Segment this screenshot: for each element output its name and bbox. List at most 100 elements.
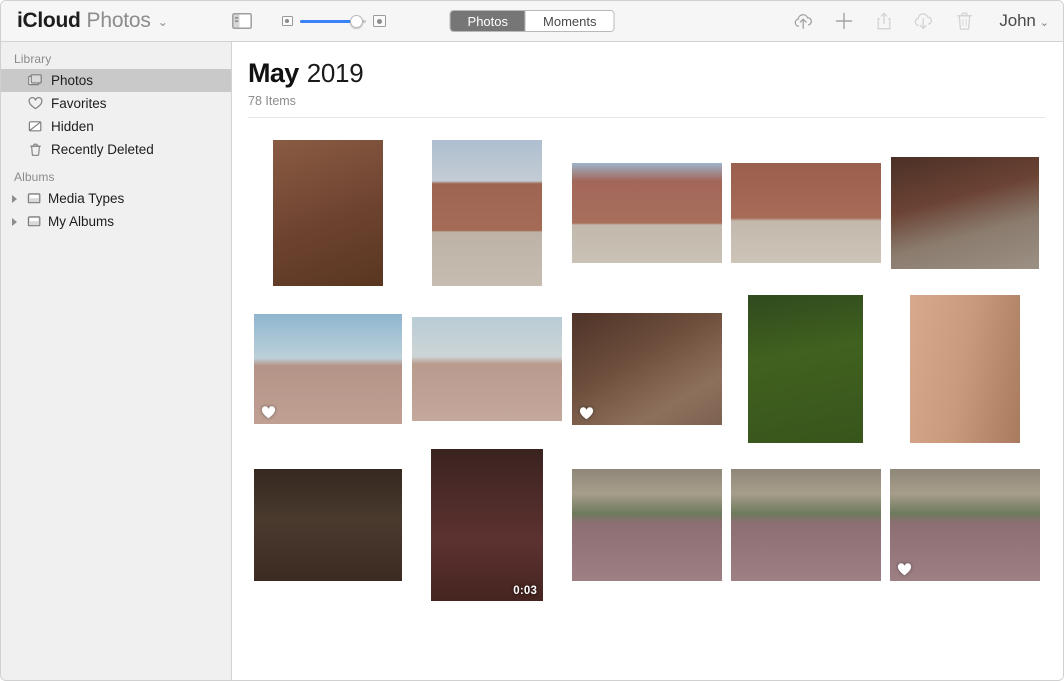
photo-red-dress-stairs[interactable] <box>891 157 1039 269</box>
photo-cell <box>567 291 726 447</box>
photo-orange-marigolds[interactable] <box>748 295 863 443</box>
delete-button[interactable] <box>953 10 975 32</box>
photo-sari-looking-back[interactable] <box>412 317 562 421</box>
photo-cell <box>886 291 1045 447</box>
disclosure-triangle-icon[interactable] <box>12 195 17 203</box>
album-icon <box>26 214 42 229</box>
photo-thumbnail-image <box>748 295 863 443</box>
photo-cell <box>726 291 885 447</box>
photo-cell <box>407 135 566 291</box>
page-title: May 2019 <box>248 58 1045 89</box>
download-icon <box>913 12 935 30</box>
video-duration-badge: 0:03 <box>513 586 537 598</box>
photo-thumbnail-image <box>432 140 542 286</box>
sidebar-toggle-button[interactable] <box>230 12 254 31</box>
photo-tomb-facade-wide[interactable] <box>572 163 722 263</box>
view-mode-segmented-control[interactable]: Photos Moments <box>450 10 615 32</box>
photo-cell <box>248 291 407 447</box>
photo-grid-row <box>248 291 1045 447</box>
favorite-heart-icon <box>261 405 276 419</box>
heart-icon <box>27 96 43 111</box>
photo-cell <box>886 135 1045 291</box>
sidebar-item-my-albums[interactable]: My Albums <box>1 210 231 233</box>
account-name: John <box>999 11 1035 31</box>
sidebar-group-albums-label: Albums <box>1 168 231 187</box>
sidebar-item-hidden[interactable]: Hidden <box>1 115 231 138</box>
favorite-heart-icon <box>579 406 594 420</box>
photo-portrait-smiling[interactable] <box>273 140 383 286</box>
tab-photos[interactable]: Photos <box>451 11 525 31</box>
photo-two-faces-closeup[interactable] <box>910 295 1020 443</box>
app-title[interactable]: iCloud Photos ⌄ <box>17 9 168 33</box>
page-title-month: May <box>248 58 299 89</box>
sidebar-item-favorites[interactable]: Favorites <box>1 92 231 115</box>
tab-moments[interactable]: Moments <box>525 11 613 31</box>
share-button[interactable] <box>873 10 895 32</box>
photo-cell <box>726 447 885 603</box>
download-button[interactable] <box>913 10 935 32</box>
photo-thumbnail-image <box>412 317 562 421</box>
app-title-photos: Photos <box>87 9 151 33</box>
page-title-year: 2019 <box>307 58 364 89</box>
sidebar: Library Photos Favorites <box>1 42 232 680</box>
large-thumbnail-icon[interactable] <box>373 15 386 27</box>
hidden-icon <box>27 119 43 134</box>
photo-cell <box>726 135 885 291</box>
toolbar-actions: John ⌄ <box>793 10 1051 32</box>
chevron-down-icon[interactable]: ⌄ <box>158 15 168 29</box>
photo-thumbnail-image <box>254 314 402 424</box>
sidebar-item-label: Media Types <box>48 191 124 206</box>
sidebar-item-label: My Albums <box>48 214 114 229</box>
photo-thumbnail-image <box>572 313 722 425</box>
photo-tomb-arches[interactable] <box>731 163 881 263</box>
sidebar-group-library-label: Library <box>1 50 231 69</box>
favorite-heart-icon <box>897 562 912 576</box>
upload-button[interactable] <box>793 10 815 32</box>
photo-thumbnail-image <box>731 163 881 263</box>
photo-thumbnail-image <box>572 163 722 263</box>
sidebar-icon <box>232 13 252 29</box>
add-button[interactable] <box>833 10 855 32</box>
add-icon <box>834 11 854 31</box>
sidebar-item-label: Favorites <box>51 96 107 111</box>
chevron-down-icon: ⌄ <box>1040 16 1049 29</box>
small-thumbnail-icon[interactable] <box>282 16 293 26</box>
photo-sari-walking-1[interactable] <box>572 469 722 581</box>
account-menu[interactable]: John ⌄ <box>999 11 1051 31</box>
sidebar-item-label: Photos <box>51 73 93 88</box>
sidebar-item-media-types[interactable]: Media Types <box>1 187 231 210</box>
photo-library-content: May 2019 78 Items 0:03 <box>232 42 1063 680</box>
sidebar-item-recently-deleted[interactable]: Recently Deleted <box>1 138 231 161</box>
sidebar-item-label: Recently Deleted <box>51 142 154 157</box>
disclosure-triangle-icon[interactable] <box>12 218 17 226</box>
photo-thumbnail-image <box>431 449 543 601</box>
photo-thumbnail-image <box>731 469 881 581</box>
sidebar-item-label: Hidden <box>51 119 94 134</box>
video-archway-silhouette[interactable]: 0:03 <box>431 449 543 601</box>
photo-thumbnail-image <box>254 469 402 581</box>
toolbar: iCloud Photos ⌄ Photos Moments <box>1 1 1063 42</box>
zoom-slider[interactable] <box>300 14 366 28</box>
photo-thumbnail-image <box>273 140 383 286</box>
photo-cell <box>248 135 407 291</box>
sidebar-item-photos[interactable]: Photos <box>1 69 231 92</box>
photo-sari-walking-3[interactable] <box>890 469 1040 581</box>
slider-knob[interactable] <box>350 15 363 28</box>
photo-grid-row: 0:03 <box>248 447 1045 603</box>
app-title-icloud: iCloud <box>17 9 81 33</box>
photo-cell: 0:03 <box>407 447 566 603</box>
photo-dark-corridor[interactable] <box>254 469 402 581</box>
photo-sari-walking-2[interactable] <box>731 469 881 581</box>
thumbnail-zoom-slider-group <box>282 14 386 28</box>
photo-thumbnail-image <box>891 157 1039 269</box>
photo-jali-window-shadow[interactable] <box>572 313 722 425</box>
trash-icon <box>27 142 43 157</box>
photo-cell <box>567 135 726 291</box>
trash-icon <box>956 11 973 31</box>
photo-tomb-facade-portrait[interactable] <box>432 140 542 286</box>
photo-thumbnail-image <box>572 469 722 581</box>
photo-sari-dusk-terrace[interactable] <box>254 314 402 424</box>
share-icon <box>876 11 892 31</box>
album-icon <box>26 191 42 206</box>
photo-grid-row <box>248 135 1045 291</box>
